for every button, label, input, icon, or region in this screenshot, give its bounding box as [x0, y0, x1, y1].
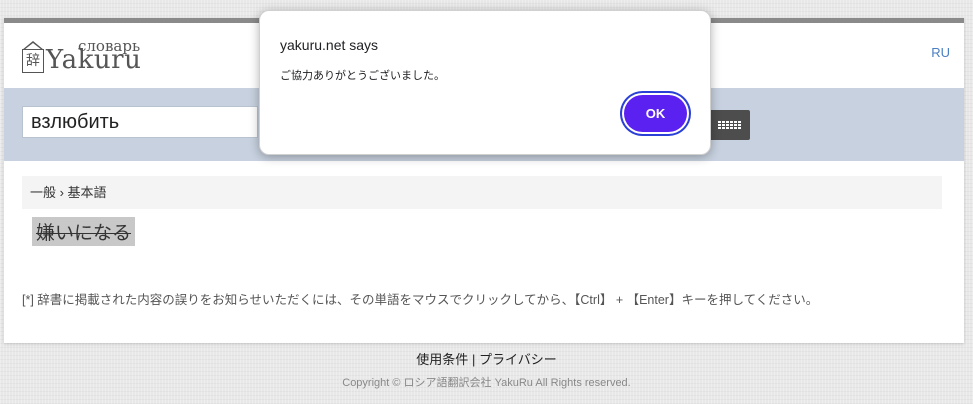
- breadcrumb: 一般 › 基本語: [22, 176, 942, 209]
- footer-separator: |: [471, 352, 476, 367]
- dialog-message: ご協力ありがとうございました。: [280, 70, 445, 82]
- ok-button[interactable]: OK: [624, 95, 687, 132]
- keyboard-icon: [718, 121, 741, 129]
- dialog-title: yakuru.net says: [280, 37, 379, 53]
- logo-kanji: 辞: [22, 49, 44, 73]
- error-report-note: [*] 辞書に掲載された内容の誤りをお知らせいただくには、その単語をマウスでクリ…: [22, 293, 819, 307]
- terms-link[interactable]: 使用条件: [416, 352, 468, 367]
- virtual-keyboard-button[interactable]: [709, 110, 750, 140]
- logo-word: Yakuru: [46, 45, 142, 75]
- alert-dialog: yakuru.net says ご協力ありがとうございました。 OK: [259, 10, 711, 155]
- footer-links: 使用条件 | プライバシー: [0, 349, 973, 368]
- search-input[interactable]: [22, 106, 258, 138]
- logo[interactable]: 辞 словарь Yakuru: [22, 37, 147, 75]
- language-switch-link[interactable]: RU: [931, 45, 950, 60]
- privacy-link[interactable]: プライバシー: [479, 352, 557, 367]
- translation-term[interactable]: 嫌いになる: [32, 217, 136, 246]
- copyright: Copyright © ロシア語翻訳会社 YakuRu All Rights r…: [342, 377, 631, 389]
